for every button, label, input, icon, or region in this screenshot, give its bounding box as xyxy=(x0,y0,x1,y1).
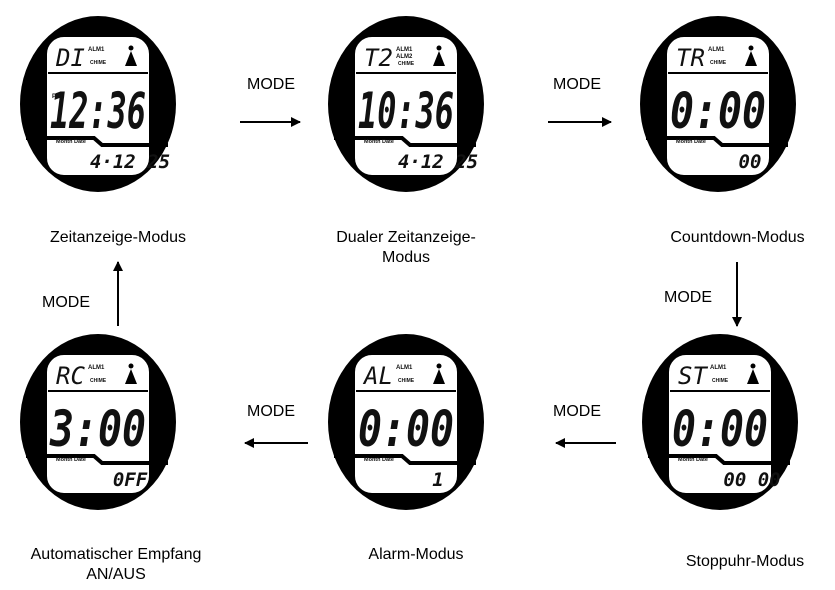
alarm-label: ALM1 xyxy=(710,365,727,371)
caption-dual: Dualer Zeitanzeige- Modus xyxy=(306,228,506,268)
mode-code: ST xyxy=(678,362,708,390)
alarm-label: ALM1 xyxy=(396,47,413,53)
caption-stoppuhr: Stoppuhr-Modus xyxy=(655,552,835,572)
caption-line: Modus xyxy=(381,249,431,266)
main-time: 3:00 xyxy=(49,400,146,458)
bottom-readout: 1 xyxy=(432,469,443,491)
band-label: Month Date xyxy=(676,139,706,145)
mode-label-4: MODE xyxy=(553,403,601,420)
band-label: Month Date xyxy=(364,139,394,145)
chime-label: CHIME xyxy=(90,60,107,66)
watch-face: T2 ALM1ALM2CHIME 10:36Month Date 4·12 25 xyxy=(328,16,484,192)
chime-label: CHIME xyxy=(712,378,729,384)
mode-code: DI xyxy=(55,44,85,72)
mode-code: T2 xyxy=(364,44,393,72)
mode-code: AL xyxy=(362,362,393,390)
watch-face: TR ALM1 CHIME 0:00Month Date 00 xyxy=(640,16,796,192)
mode-label-5: MODE xyxy=(247,403,295,420)
main-time: 10:36 xyxy=(358,82,454,140)
alarm-label: ALM1 xyxy=(396,365,413,371)
band-label: Month Date xyxy=(56,457,86,463)
watch-alarm: AL ALM1 CHIME 0:00 Month Date 1 xyxy=(326,332,486,512)
caption-countdown: Countdown-Modus xyxy=(640,228,835,248)
caption-line: Stoppuhr-Modus xyxy=(685,553,805,570)
band-label: Month Date xyxy=(364,457,394,463)
bottom-readout: 4·12 25 xyxy=(398,151,478,173)
mode-label-2: MODE xyxy=(553,76,601,93)
mode-code: RC xyxy=(56,362,85,390)
watch-face: RC ALM1 CHIME 3:00Month Date 0FF xyxy=(20,334,176,510)
chime-label: CHIME xyxy=(398,61,415,67)
caption-line: AN/AUS xyxy=(86,566,146,583)
main-time: 0:00 xyxy=(358,400,454,458)
caption-line: Automatischer Empfang xyxy=(30,546,202,563)
bottom-readout: 00 xyxy=(739,151,762,173)
watch-face: AL ALM1 CHIME 0:00Month Date 1 xyxy=(328,334,484,510)
band-label: Month Date xyxy=(56,139,86,145)
chime-label: CHIME xyxy=(90,378,107,384)
bottom-readout: 4·12 25 xyxy=(90,151,170,173)
caption-line: Alarm-Modus xyxy=(368,546,464,563)
watch-empfang: RC ALM1 CHIME 3:00 Month Date 0FF xyxy=(18,332,178,512)
watch-zeitanzeige: DI ALM1 CHIME PM 12:36 Month Date 4·12 25 xyxy=(18,14,178,194)
caption-empfang: Automatischer Empfang AN/AUS xyxy=(0,545,232,585)
main-time: 12:36 xyxy=(50,82,146,140)
caption-zeitanzeige: Zeitanzeige-Modus xyxy=(0,228,236,248)
watch-face: ST ALM1 CHIME 0:00Month Date 00 00 xyxy=(642,334,798,510)
watch-dual: T2 ALM1 ALM2 CHIME 10:36 Month Date 4·12 25 xyxy=(326,14,486,194)
mode-label-1: MODE xyxy=(247,76,295,93)
bottom-readout: 0FF xyxy=(113,469,148,491)
mode-label-3: MODE xyxy=(664,289,712,306)
watch-countdown: TR ALM1 CHIME 0:00 Month Date 00 xyxy=(638,14,798,194)
mode-code: TR xyxy=(676,44,705,72)
caption-line: Zeitanzeige-Modus xyxy=(49,229,187,246)
caption-alarm: Alarm-Modus xyxy=(316,545,516,565)
watch-stoppuhr: ST ALM1 CHIME 0:00 Month Date 00 00 xyxy=(640,332,800,512)
band-label: Month Date xyxy=(678,457,708,463)
watch-face: DI ALM1CHIMEPM12:36Month Date4·12 25 xyxy=(20,16,176,192)
chime-label: CHIME xyxy=(398,378,415,384)
mode-label-6: MODE xyxy=(42,294,90,311)
main-time: 0:00 xyxy=(672,400,768,458)
bottom-readout: 00 00 xyxy=(723,469,780,491)
alarm-label: ALM1 xyxy=(708,47,725,53)
alarm-label: ALM1 xyxy=(88,365,105,371)
alarm-label: ALM2 xyxy=(396,54,413,60)
caption-line: Dualer Zeitanzeige- xyxy=(336,229,476,246)
alarm-label: ALM1 xyxy=(88,47,105,53)
main-time: 0:00 xyxy=(670,82,766,140)
caption-line: Countdown-Modus xyxy=(670,229,805,246)
chime-label: CHIME xyxy=(710,60,727,66)
